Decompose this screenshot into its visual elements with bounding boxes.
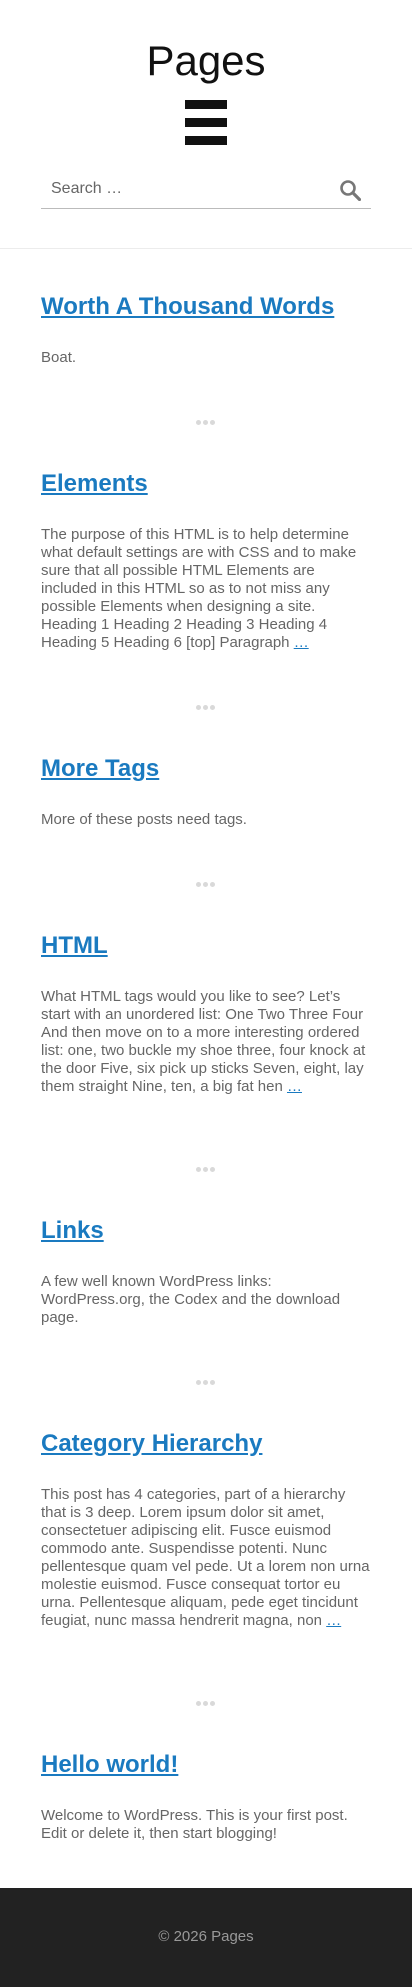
post-separator xyxy=(196,420,216,426)
post-title-link[interactable]: More Tags xyxy=(41,755,159,782)
post: HTML What HTML tags would you like to se… xyxy=(41,931,371,1095)
post: Category Hierarchy This post has 4 categ… xyxy=(41,1429,371,1629)
post: Worth A Thousand Words Boat. xyxy=(41,292,371,366)
post-title-link[interactable]: HTML xyxy=(41,932,108,959)
post-title: HTML xyxy=(41,931,371,961)
excerpt-text: More of these posts need tags. xyxy=(41,811,247,828)
excerpt-text: Welcome to WordPress. This is your first… xyxy=(41,1807,348,1842)
site-header: Pages xyxy=(0,0,412,249)
post: More Tags More of these posts need tags. xyxy=(41,754,371,828)
post-title: Elements xyxy=(41,469,371,499)
post-title-link[interactable]: Hello world! xyxy=(41,1751,178,1778)
post-title-link[interactable]: Category Hierarchy xyxy=(41,1430,262,1457)
post-title: Links xyxy=(41,1216,371,1246)
search-form xyxy=(41,170,371,209)
post: Hello world! Welcome to WordPress. This … xyxy=(41,1750,371,1842)
post-separator xyxy=(196,1380,216,1386)
post-excerpt: This post has 4 categories, part of a hi… xyxy=(41,1486,371,1630)
search-input[interactable] xyxy=(41,170,321,208)
post-excerpt: More of these posts need tags. xyxy=(41,811,371,829)
site-title[interactable]: Pages xyxy=(0,36,412,86)
post-excerpt: Welcome to WordPress. This is your first… xyxy=(41,1807,371,1843)
read-more-link[interactable]: … xyxy=(326,1612,341,1629)
post-title-link[interactable]: Links xyxy=(41,1217,104,1244)
post-title: Category Hierarchy xyxy=(41,1429,371,1459)
post-excerpt: What HTML tags would you like to see? Le… xyxy=(41,988,371,1096)
post: Elements The purpose of this HTML is to … xyxy=(41,469,371,651)
post-excerpt: The purpose of this HTML is to help dete… xyxy=(41,526,371,652)
post-excerpt: Boat. xyxy=(41,349,371,367)
post: Links A few well known WordPress links: … xyxy=(41,1216,371,1326)
footer-copyright: © 2026 Pages xyxy=(158,1928,254,1945)
post-separator xyxy=(196,882,216,888)
excerpt-text: What HTML tags would you like to see? Le… xyxy=(41,988,366,1095)
post-title-link[interactable]: Elements xyxy=(41,470,148,497)
hamburger-menu-icon[interactable] xyxy=(185,100,227,146)
read-more-link[interactable]: … xyxy=(294,634,309,651)
site-footer: © 2026 Pages xyxy=(0,1888,412,1987)
post-separator xyxy=(196,1167,216,1173)
post-title: More Tags xyxy=(41,754,371,784)
excerpt-text: A few well known WordPress links: WordPr… xyxy=(41,1273,341,1326)
post-title: Hello world! xyxy=(41,1750,371,1780)
post-separator xyxy=(196,1701,216,1707)
read-more-link[interactable]: … xyxy=(287,1078,302,1095)
post-separator xyxy=(196,705,216,711)
excerpt-text: Boat. xyxy=(41,349,77,366)
post-title: Worth A Thousand Words xyxy=(41,292,371,322)
post-title-link[interactable]: Worth A Thousand Words xyxy=(41,293,334,320)
excerpt-text: This post has 4 categories, part of a hi… xyxy=(41,1486,370,1629)
search-icon[interactable] xyxy=(339,179,361,201)
excerpt-text: The purpose of this HTML is to help dete… xyxy=(41,526,357,651)
post-excerpt: A few well known WordPress links: WordPr… xyxy=(41,1273,371,1327)
